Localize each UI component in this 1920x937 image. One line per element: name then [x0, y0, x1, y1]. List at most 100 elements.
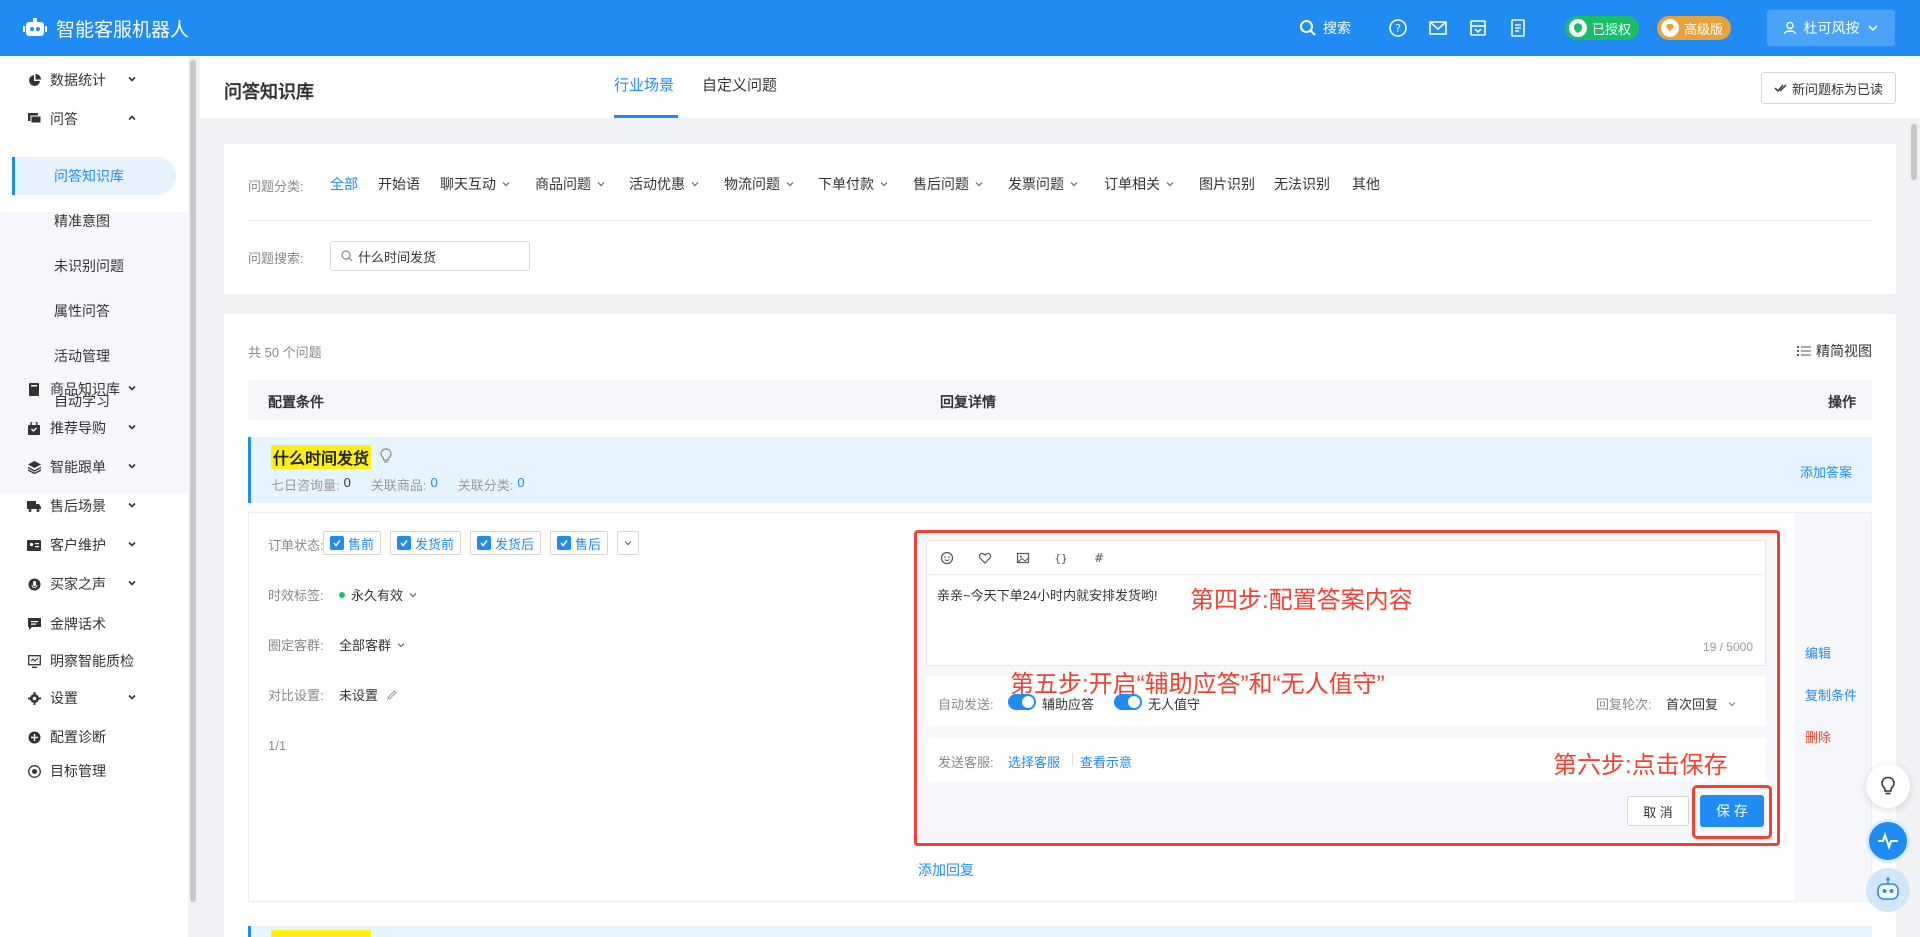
question-meta: 七日咨询量: 0 关联商品: 0 关联分类: 0 — [271, 475, 545, 494]
sidebar-item-9[interactable]: 明察智能质检 — [0, 649, 188, 673]
category-9[interactable]: 订单相关 — [1104, 174, 1175, 194]
category-10[interactable]: 图片识别 — [1199, 174, 1255, 194]
question-search-input[interactable]: 什么时间发货 — [330, 241, 530, 271]
help-icon[interactable]: ? — [1387, 17, 1409, 39]
edit-link[interactable]: 编辑 — [1805, 643, 1831, 662]
category-7[interactable]: 售后问题 — [913, 174, 984, 194]
category-label: 下单付款 — [818, 176, 874, 192]
chevron-down-icon — [501, 176, 511, 192]
meta-value-category[interactable]: 0 — [517, 475, 524, 494]
user-icon — [1783, 21, 1796, 35]
authorized-badge-label: 已授权 — [1591, 21, 1631, 37]
category-4[interactable]: 活动优惠 — [629, 174, 700, 194]
copy-conditions-link[interactable]: 复制条件 — [1805, 685, 1857, 704]
delete-link[interactable]: 删除 — [1805, 727, 1831, 746]
main-scrollbar[interactable] — [1911, 124, 1917, 180]
mail-icon[interactable] — [1427, 17, 1449, 39]
category-5[interactable]: 物流问题 — [724, 174, 795, 194]
add-answer-link[interactable]: 添加答案 — [1800, 462, 1852, 481]
compact-view-toggle[interactable]: 精简视图 — [1797, 341, 1872, 361]
robot-logo-icon — [22, 15, 48, 41]
sidebar-item-label: 买家之声 — [50, 576, 106, 592]
category-3[interactable]: 商品问题 — [535, 174, 606, 194]
sidebar-subitem-2[interactable]: 未识别问题 — [0, 247, 188, 285]
robot-assistant-float-button[interactable] — [1866, 868, 1910, 912]
diamond-icon — [1660, 19, 1679, 37]
category-6[interactable]: 下单付款 — [818, 174, 889, 194]
sidebar-item-12[interactable]: 目标管理 — [0, 759, 188, 783]
chevron-down-icon — [126, 537, 138, 553]
top-bar: 智能客服机器人 搜索 ? 已授权 高级版 杜可风按 — [0, 0, 1920, 56]
sidebar-item-10[interactable]: 设置 — [0, 686, 188, 710]
sidebar-item-5[interactable]: 售后场景 — [0, 494, 188, 518]
category-8[interactable]: 发票问题 — [1008, 174, 1079, 194]
sidebar-item-11[interactable]: 配置诊断 — [0, 725, 188, 749]
question-title: 什么时间发货 — [271, 445, 372, 469]
tab-custom-questions[interactable]: 自定义问题 — [702, 74, 777, 95]
document-icon[interactable] — [1507, 17, 1529, 39]
category-label: 无法识别 — [1274, 176, 1330, 192]
sidebar-item-1[interactable]: 问答 — [0, 107, 188, 131]
annotation-step5: 第五步:开启“辅助应答”和“无人值守” — [1010, 671, 1385, 698]
category-label: 商品问题 — [535, 176, 591, 192]
pro-version-badge[interactable]: 高级版 — [1656, 16, 1731, 40]
bag-icon — [27, 421, 41, 435]
top-search[interactable]: 搜索 — [1299, 18, 1351, 38]
question-count: 共 50 个问题 — [248, 345, 322, 360]
sidebar-item-8[interactable]: 金牌话术 — [0, 612, 188, 636]
crowd-select[interactable]: 全部客群 — [339, 635, 407, 654]
robot-icon — [1877, 877, 1899, 900]
compare-setting[interactable]: 未设置 — [339, 685, 398, 704]
sidebar-item-4[interactable]: 智能跟单 — [0, 455, 188, 479]
meta-value-product[interactable]: 0 — [430, 475, 437, 494]
monitor-icon — [27, 654, 41, 668]
sidebar-subitem-1[interactable]: 精准意图 — [0, 202, 188, 240]
brand[interactable]: 智能客服机器人 — [0, 0, 200, 56]
tab-industry-scenes[interactable]: 行业场景 — [614, 74, 674, 95]
time-label-select[interactable]: 永久有效 — [339, 585, 419, 604]
sidebar-item-label: 智能跟单 — [50, 459, 106, 475]
sidebar-item-6[interactable]: 客户维护 — [0, 533, 188, 557]
meta-label-product: 关联商品: — [370, 478, 427, 493]
tips-float-button[interactable] — [1866, 764, 1910, 808]
sidebar-subitem-4[interactable]: 活动管理 — [0, 337, 188, 375]
sidebar-subitem-0[interactable]: 问答知识库 — [12, 157, 176, 195]
next-question-title-highlight — [271, 930, 371, 937]
category-12[interactable]: 其他 — [1352, 174, 1380, 194]
sidebar-item-0[interactable]: 数据统计 — [0, 68, 188, 92]
chevron-down-icon — [690, 176, 700, 192]
chevron-down-icon — [785, 176, 795, 192]
order-status-after-ship[interactable]: 发货后 — [470, 531, 542, 555]
user-menu[interactable]: 杜可风按 — [1767, 10, 1895, 46]
order-status-presale[interactable]: 售前 — [323, 531, 382, 555]
add-reply-link[interactable]: 添加回复 — [918, 860, 974, 880]
category-label: 开始语 — [378, 176, 420, 192]
compare-value: 未设置 — [339, 688, 379, 703]
checkbox-checked-icon — [477, 536, 492, 550]
annotation-step6: 第六步:点击保存 — [1553, 752, 1728, 779]
category-0[interactable]: 全部 — [330, 174, 358, 194]
sidebar-subitem-3[interactable]: 属性问答 — [0, 292, 188, 330]
lightbulb-icon[interactable] — [379, 448, 393, 467]
meta-label-category: 关联分类: — [457, 478, 514, 493]
sidebar-item-label: 问答 — [50, 111, 78, 127]
question-search-value: 什么时间发货 — [358, 249, 437, 265]
category-2[interactable]: 聊天互动 — [440, 174, 511, 194]
mark-read-button[interactable]: 新问题标为已读 — [1760, 72, 1896, 104]
sidebar-subitem-5[interactable]: 自动学习 — [0, 382, 188, 420]
sidebar-scrollbar[interactable] — [190, 60, 196, 902]
archive-icon[interactable] — [1467, 17, 1489, 39]
diagnose-icon — [27, 730, 41, 744]
category-label: 售后问题 — [913, 176, 969, 192]
order-status-more-button[interactable] — [617, 531, 640, 555]
sidebar-item-7[interactable]: 买家之声 — [0, 572, 188, 596]
order-status-before-ship[interactable]: 发货前 — [390, 531, 462, 555]
order-status-aftersale[interactable]: 售后 — [550, 531, 609, 555]
double-check-icon — [1774, 84, 1787, 93]
health-monitor-float-button[interactable] — [1866, 819, 1910, 863]
order-status-label: 订单状态: — [268, 538, 324, 553]
chevron-down-icon — [624, 541, 632, 546]
category-1[interactable]: 开始语 — [378, 174, 420, 194]
authorized-badge[interactable]: 已授权 — [1564, 16, 1639, 40]
category-11[interactable]: 无法识别 — [1274, 174, 1330, 194]
